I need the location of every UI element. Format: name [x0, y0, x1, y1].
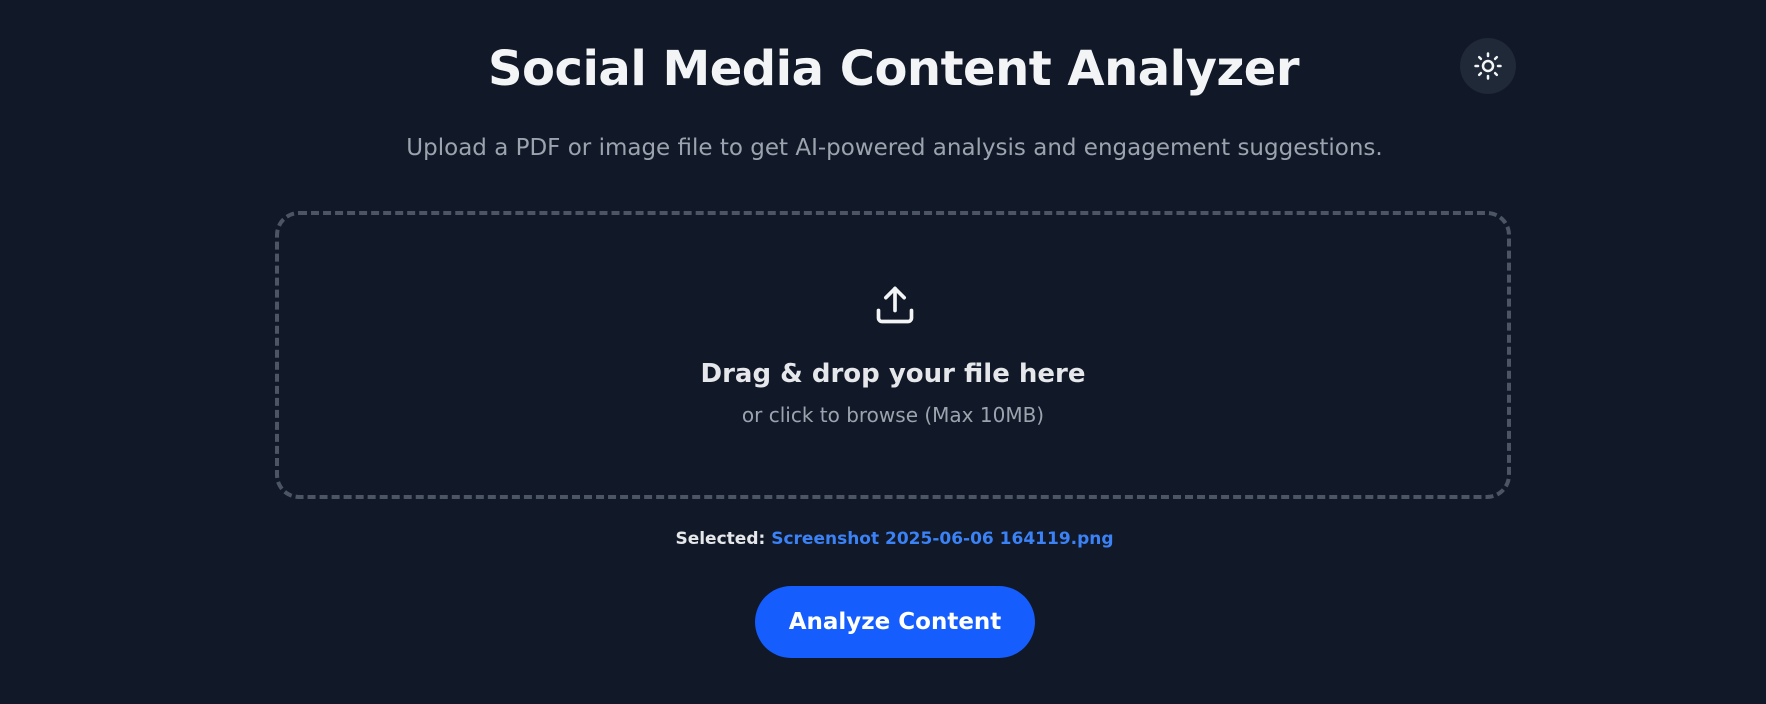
- page-subtitle: Upload a PDF or image file to get AI-pow…: [406, 135, 1383, 161]
- theme-toggle-button[interactable]: [1460, 38, 1516, 94]
- sun-icon: [1474, 52, 1502, 80]
- selected-file-info: Selected: Screenshot 2025-06-06 164119.p…: [0, 526, 1766, 552]
- dropzone-hint: or click to browse (Max 10MB): [741, 403, 1045, 427]
- upload-icon: [876, 286, 914, 324]
- dropzone-title: Drag & drop your file here: [700, 359, 1086, 389]
- analyze-content-button[interactable]: Analyze Content: [755, 586, 1035, 658]
- selected-filename: Screenshot 2025-06-06 164119.png: [771, 529, 1114, 549]
- file-dropzone[interactable]: Drag & drop your file here or click to b…: [275, 211, 1511, 499]
- selected-label: Selected:: [675, 529, 772, 549]
- app-page: Social Media Content Analyzer Upload a P…: [0, 0, 1766, 704]
